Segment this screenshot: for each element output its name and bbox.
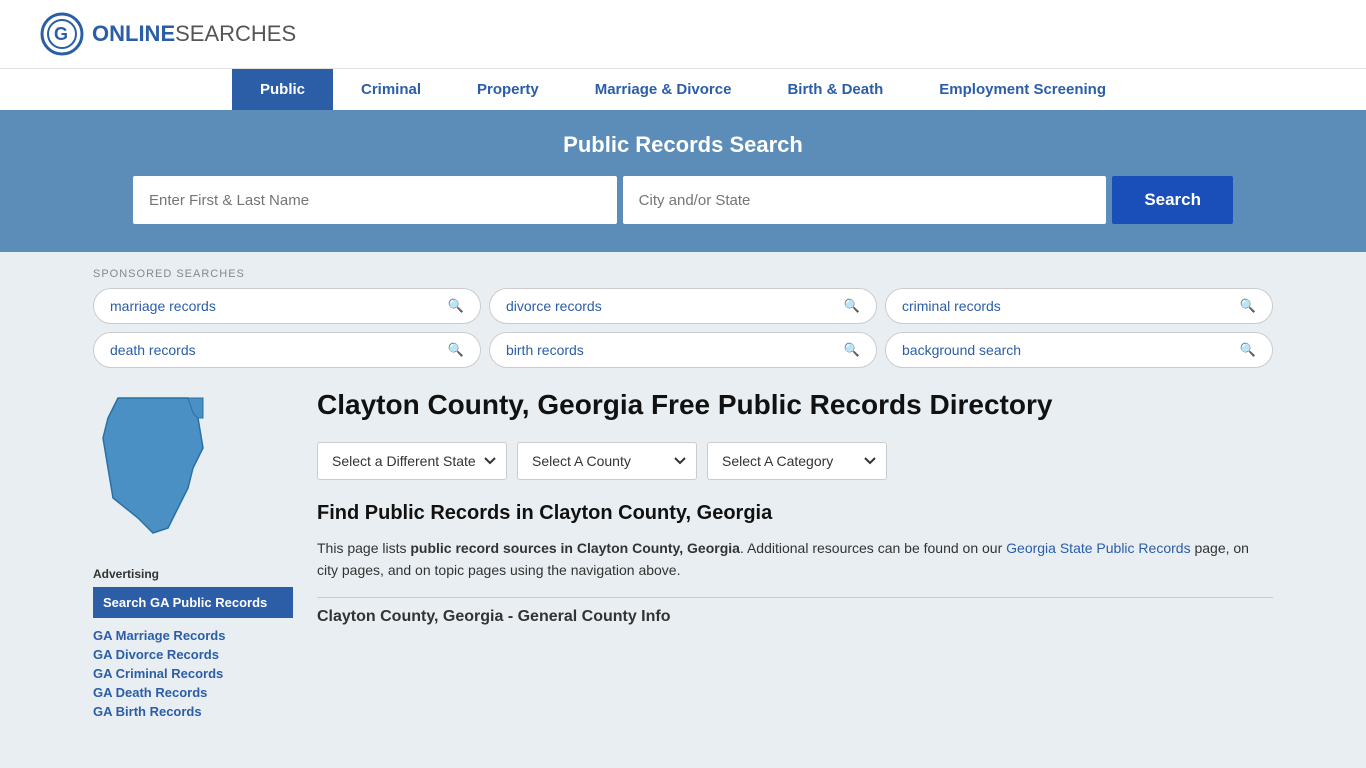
- search-button[interactable]: Search: [1112, 176, 1233, 224]
- nav-item-employment[interactable]: Employment Screening: [911, 69, 1134, 110]
- sponsored-pill-marriage[interactable]: marriage records 🔍: [93, 288, 481, 324]
- ad-link-criminal[interactable]: GA Criminal Records: [93, 666, 293, 681]
- search-icon: 🔍: [448, 342, 464, 358]
- ga-state-records-link[interactable]: Georgia State Public Records: [1006, 540, 1190, 556]
- county-dropdown[interactable]: Select A County: [517, 442, 697, 480]
- sponsored-grid: marriage records 🔍 divorce records 🔍 cri…: [93, 288, 1273, 368]
- search-icon: 🔍: [844, 298, 860, 314]
- nav-item-birth-death[interactable]: Birth & Death: [759, 69, 911, 110]
- content-area: SPONSORED SEARCHES marriage records 🔍 di…: [63, 252, 1303, 739]
- state-map: [93, 388, 223, 538]
- logo-text: ONLINESEARCHES: [92, 21, 296, 47]
- sponsored-pill-death[interactable]: death records 🔍: [93, 332, 481, 368]
- sponsored-pill-divorce[interactable]: divorce records 🔍: [489, 288, 877, 324]
- main-area: SPONSORED SEARCHES marriage records 🔍 di…: [63, 252, 1303, 739]
- records-description: This page lists public record sources in…: [317, 537, 1273, 582]
- ad-label: Advertising: [93, 567, 293, 581]
- sponsored-section: SPONSORED SEARCHES marriage records 🔍 di…: [93, 268, 1273, 368]
- search-banner-title: Public Records Search: [40, 132, 1326, 158]
- main-nav: Public Criminal Property Marriage & Divo…: [0, 68, 1366, 110]
- header: G ONLINESEARCHES: [0, 0, 1366, 68]
- category-dropdown[interactable]: Select A Category: [707, 442, 887, 480]
- sponsored-pill-criminal[interactable]: criminal records 🔍: [885, 288, 1273, 324]
- ad-section: Advertising Search GA Public Records GA …: [93, 567, 293, 719]
- logo[interactable]: G ONLINESEARCHES: [40, 12, 296, 56]
- sponsored-label: SPONSORED SEARCHES: [93, 268, 1273, 280]
- ad-link-divorce[interactable]: GA Divorce Records: [93, 647, 293, 662]
- search-icon: 🔍: [448, 298, 464, 314]
- search-icon: 🔍: [1240, 342, 1256, 358]
- search-bar: Search: [133, 176, 1233, 224]
- city-search-input[interactable]: [623, 176, 1107, 224]
- sidebar: Advertising Search GA Public Records GA …: [93, 388, 293, 723]
- search-banner: Public Records Search Search: [0, 110, 1366, 252]
- name-search-input[interactable]: [133, 176, 617, 224]
- ad-link-birth[interactable]: GA Birth Records: [93, 704, 293, 719]
- county-info-title: Clayton County, Georgia - General County…: [317, 597, 1273, 626]
- svg-text:G: G: [54, 24, 68, 44]
- sponsored-pill-background[interactable]: background search 🔍: [885, 332, 1273, 368]
- sponsored-pill-birth[interactable]: birth records 🔍: [489, 332, 877, 368]
- search-icon: 🔍: [844, 342, 860, 358]
- nav-item-public[interactable]: Public: [232, 69, 333, 110]
- dropdowns-row: Select a Different State Select A County…: [317, 442, 1273, 480]
- ad-link-death[interactable]: GA Death Records: [93, 685, 293, 700]
- page-body: Advertising Search GA Public Records GA …: [93, 388, 1273, 723]
- nav-item-property[interactable]: Property: [449, 69, 567, 110]
- logo-icon: G: [40, 12, 84, 56]
- page-title: Clayton County, Georgia Free Public Reco…: [317, 388, 1273, 422]
- nav-item-criminal[interactable]: Criminal: [333, 69, 449, 110]
- main-content: Clayton County, Georgia Free Public Reco…: [317, 388, 1273, 723]
- ad-link-marriage[interactable]: GA Marriage Records: [93, 628, 293, 643]
- search-icon: 🔍: [1240, 298, 1256, 314]
- state-dropdown[interactable]: Select a Different State: [317, 442, 507, 480]
- ad-featured[interactable]: Search GA Public Records: [93, 587, 293, 618]
- nav-item-marriage-divorce[interactable]: Marriage & Divorce: [567, 69, 760, 110]
- find-records-title: Find Public Records in Clayton County, G…: [317, 502, 1273, 525]
